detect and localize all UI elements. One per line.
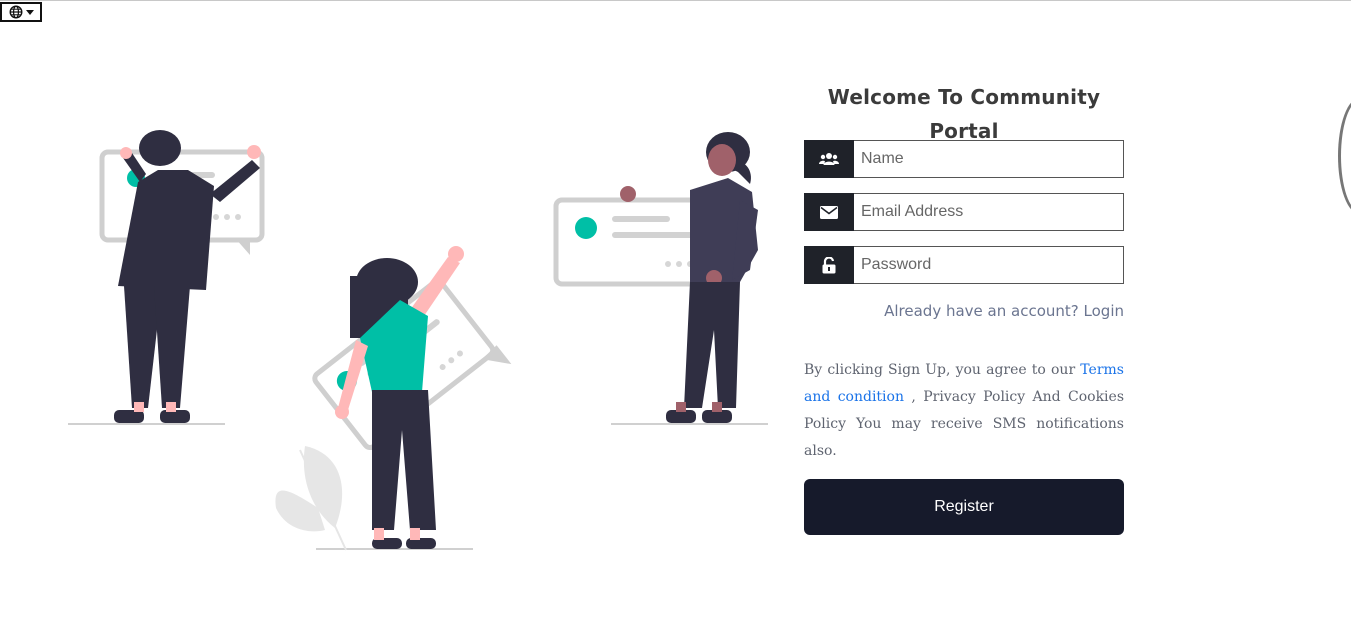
envelope-icon [804,193,854,231]
edge-decoration [1338,98,1351,214]
email-field-group [804,193,1124,231]
users-icon [804,140,854,178]
form-title: Welcome To Community Portal [827,85,1101,143]
login-prompt-text: Already have an account? [884,302,1079,320]
globe-icon [9,5,22,19]
password-field-group [804,246,1124,284]
unlock-icon [804,246,854,284]
email-input[interactable] [854,193,1124,231]
login-link[interactable]: Login [1084,302,1124,320]
login-prompt: Already have an account? Login [804,302,1124,320]
terms-text: By clicking Sign Up, you agree to our Te… [804,357,1124,465]
name-field-group [804,140,1124,178]
password-input[interactable] [854,246,1124,284]
top-divider [0,0,1351,1]
terms-prefix: By clicking Sign Up, you agree to our [804,362,1076,378]
caret-down-icon [25,9,34,15]
register-button[interactable]: Register [804,479,1124,535]
language-selector[interactable] [0,2,42,22]
team-illustration [68,130,768,551]
name-input[interactable] [854,140,1124,178]
register-form: Welcome To Community Portal Name Email A… [804,80,1124,535]
